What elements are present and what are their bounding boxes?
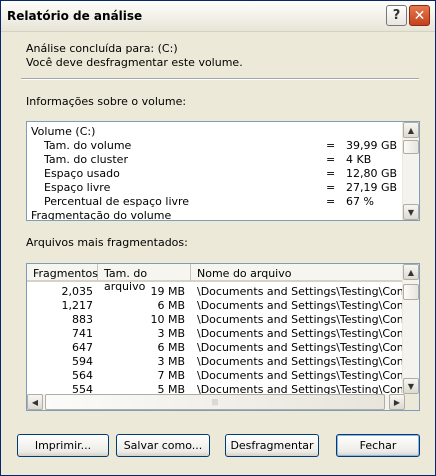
- file-row[interactable]: 564 7 MB \Documents and Settings\Testing\C…: [27, 369, 405, 383]
- volume-info-row: Fragmentação do volume: [27, 209, 407, 221]
- info-name: Percentual de espaço livre: [44, 195, 190, 208]
- scroll-corner: [405, 394, 419, 410]
- scroll-down-button[interactable]: ▼: [403, 378, 419, 394]
- filename-cell: \Documents and Settings\Testing\Config..…: [197, 299, 405, 312]
- close-window-button[interactable]: ✕: [409, 5, 430, 26]
- volume-info-row: Tam. do cluster = 4 KB: [27, 153, 407, 167]
- arrow-up-icon: ▲: [407, 125, 415, 135]
- scroll-up-button[interactable]: ▲: [403, 122, 419, 138]
- scroll-up-button[interactable]: ▲: [403, 264, 419, 280]
- info-value: 39,99 GB: [346, 139, 398, 152]
- volume-info-row: Percentual de espaço livre = 67 %: [27, 195, 407, 209]
- save-as-button[interactable]: Salvar como...: [116, 434, 210, 457]
- scroll-thumb[interactable]: [403, 284, 419, 300]
- arrow-up-icon: ▲: [407, 267, 415, 277]
- defragment-button[interactable]: Desfragmentar: [225, 434, 319, 457]
- help-button[interactable]: ?: [386, 5, 407, 26]
- info-equals: =: [326, 181, 336, 194]
- volume-info-row: Espaço livre = 27,19 GB: [27, 181, 407, 195]
- info-name: Espaço usado: [44, 167, 120, 180]
- files-vertical-scrollbar[interactable]: ▲ ▼: [402, 264, 419, 394]
- volume-info-row: Volume (C:): [27, 125, 407, 139]
- print-button[interactable]: Imprimir...: [17, 434, 109, 457]
- info-value: 27,19 GB: [346, 181, 398, 194]
- help-icon: ?: [392, 8, 401, 23]
- files-horizontal-scrollbar[interactable]: ◀ ||| ▶: [27, 394, 419, 410]
- scroll-right-button[interactable]: ▶: [389, 394, 405, 410]
- divider: [21, 78, 419, 80]
- volume-info-row: Tam. do volume = 39,99 GB: [27, 139, 407, 153]
- header-file-size[interactable]: Tam. do arquivo: [98, 264, 191, 293]
- fragments-cell: 564: [72, 369, 93, 382]
- scroll-down-button[interactable]: ▼: [403, 204, 419, 220]
- info-name: Tam. do cluster: [44, 153, 128, 166]
- size-cell: 7 MB: [157, 369, 185, 382]
- filename-cell: \Documents and Settings\Testing\Config..…: [197, 313, 405, 326]
- info-name: Espaço livre: [44, 181, 111, 194]
- info-name: Volume (C:): [31, 125, 96, 138]
- filename-cell: \Documents and Settings\Testing\Config..…: [197, 369, 405, 382]
- size-cell: 6 MB: [157, 341, 185, 354]
- horizontal-scroll-thumb[interactable]: |||: [45, 394, 385, 410]
- fragmented-files-label: Arquivos mais fragmentados:: [26, 236, 188, 249]
- info-value: 67 %: [346, 195, 374, 208]
- file-row[interactable]: 1,217 6 MB \Documents and Settings\Testing…: [27, 299, 406, 313]
- arrow-down-icon: ▼: [407, 207, 415, 217]
- close-icon: ✕: [413, 7, 426, 24]
- arrow-left-icon: ◀: [31, 397, 39, 407]
- info-name: Fragmentação do volume: [31, 209, 172, 221]
- fragments-cell: 2,035: [61, 285, 94, 298]
- arrow-right-icon: ▶: [393, 397, 401, 407]
- size-cell: 3 MB: [157, 327, 185, 340]
- volume-info-scrollbar[interactable]: ▲ ▼: [402, 122, 419, 220]
- header-fragments[interactable]: Fragmentos: [27, 264, 98, 282]
- scroll-thumb[interactable]: [403, 140, 419, 154]
- window-title: Relatório de análise: [7, 9, 143, 23]
- fragments-cell: 647: [72, 341, 93, 354]
- arrow-down-icon: ▼: [407, 381, 415, 391]
- analysis-complete-text: Análise concluída para: (C:): [26, 42, 178, 55]
- filename-cell: \Documents and Settings\Testing\Config..…: [197, 327, 405, 340]
- size-cell: 19 MB: [150, 285, 185, 298]
- fragments-cell: 1,217: [61, 299, 94, 312]
- file-row[interactable]: 647 6 MB \Documents and Settings\Testing\C…: [27, 341, 405, 355]
- fragmented-files-list[interactable]: Fragmentos Tam. do arquivo Nome do arqui…: [26, 263, 420, 411]
- fragments-cell: 594: [72, 355, 93, 368]
- volume-info-label: Informações sobre o volume:: [26, 95, 187, 108]
- info-equals: =: [326, 139, 336, 152]
- info-value: 12,80 GB: [346, 167, 398, 180]
- grip-icon: |||: [211, 398, 219, 406]
- volume-info-row: Espaço usado = 12,80 GB: [27, 167, 407, 181]
- file-row[interactable]: 2,035 19 MB \Documents and Settings\Testin…: [27, 285, 406, 299]
- size-cell: 6 MB: [157, 299, 185, 312]
- info-equals: =: [326, 153, 336, 166]
- close-button[interactable]: Fechar: [336, 434, 420, 457]
- file-row[interactable]: 594 3 MB \Documents and Settings\Testing\C…: [27, 355, 405, 369]
- filename-cell: \Documents and Settings\Testing\Config..…: [197, 341, 405, 354]
- volume-info-box[interactable]: Volume (C:) Tam. do volume = 39,99 GB Tam. d…: [26, 121, 420, 221]
- title-bar[interactable]: Relatório de análise ? ✕: [1, 1, 435, 32]
- info-name: Tam. do volume: [44, 139, 132, 152]
- header-file-name[interactable]: Nome do arquivo: [191, 264, 405, 282]
- info-value: 4 KB: [346, 153, 372, 166]
- fragments-cell: 883: [72, 313, 93, 326]
- file-row[interactable]: 883 10 MB \Documents and Settings\Testing\…: [27, 313, 405, 327]
- fragments-cell: 741: [72, 327, 93, 340]
- file-row[interactable]: 741 3 MB \Documents and Settings\Testing\C…: [27, 327, 405, 341]
- analysis-report-dialog: Relatório de análise ? ✕ Análise concluí…: [0, 0, 436, 476]
- info-equals: =: [326, 167, 336, 180]
- info-equals: =: [326, 195, 336, 208]
- filename-cell: \Documents and Settings\Testing\Config..…: [197, 285, 405, 298]
- size-cell: 10 MB: [150, 313, 185, 326]
- scroll-left-button[interactable]: ◀: [27, 394, 43, 410]
- size-cell: 3 MB: [157, 355, 185, 368]
- recommendation-text: Você deve desfragmentar este volume.: [26, 56, 243, 69]
- filename-cell: \Documents and Settings\Testing\Config..…: [197, 355, 405, 368]
